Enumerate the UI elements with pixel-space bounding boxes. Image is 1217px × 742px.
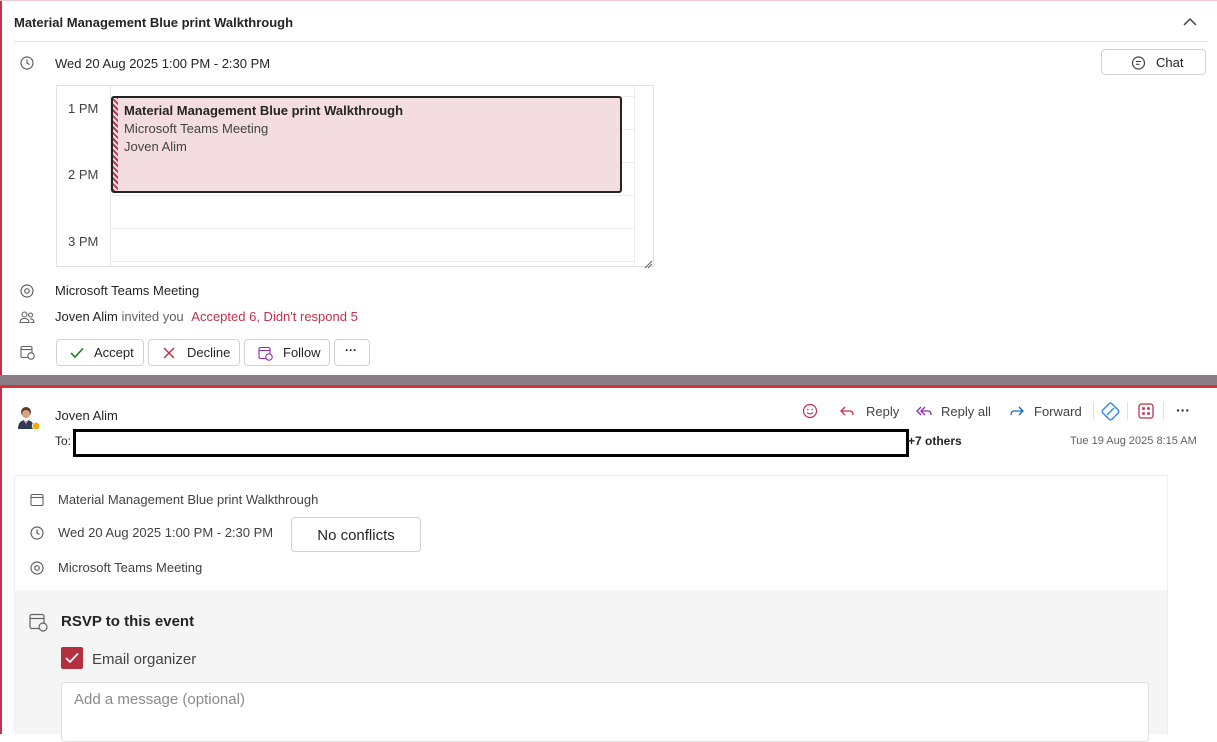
chat-button[interactable]: Chat [1101,49,1206,75]
location-pin-icon [30,561,44,575]
chevron-up-icon [1183,17,1197,26]
calendar-respond-icon [29,613,48,632]
chat-button-label: Chat [1156,55,1184,70]
toolbar-separator [1163,402,1164,420]
follow-button[interactable]: Follow [244,339,330,366]
invited-text: invited you [121,309,184,324]
x-icon [163,347,175,359]
forward-label: Forward [1034,404,1082,419]
sent-timestamp: Tue 19 Aug 2025 8:15 AM [1070,435,1197,447]
no-conflicts-label: No conflicts [317,527,395,544]
more-actions-label: ··· [1176,402,1190,418]
response-summary-link[interactable]: Accepted 6, Didn't respond 5 [191,309,358,324]
clock-icon [30,526,44,540]
checkmark-icon [65,652,79,664]
collapse-button[interactable] [1180,12,1200,32]
event-organizer: Joven Alim [124,139,187,154]
accept-button[interactable]: Accept [56,339,144,366]
organizer-name: Joven Alim [55,309,118,324]
event-subtitle: Microsoft Teams Meeting [124,121,269,136]
more-options-label: ··· [345,343,357,357]
decline-button[interactable]: Decline [148,339,240,366]
meeting-location: Microsoft Teams Meeting [55,283,200,298]
redacted-recipients [73,429,909,457]
forward-arrow-icon [1009,405,1025,418]
window-left-edge [0,0,2,734]
tentative-stripe [113,98,118,191]
reply-button[interactable]: Reply [839,402,901,422]
reply-all-label: Reply all [941,404,991,419]
toolbar-separator [1093,402,1094,420]
sender-name[interactable]: Joven Alim [55,408,118,423]
more-options-button[interactable]: ··· [334,339,370,366]
calendar-icon [30,493,44,507]
accept-button-label: Accept [94,345,134,360]
to-label: To: [55,434,72,448]
invitation-line: Joven Alim invited you Accepted 6, Didn'… [55,309,358,324]
email-organizer-label: Email organizer [92,651,197,668]
header-divider [14,41,1208,42]
calendar-hour-label: 1 PM [68,101,99,116]
no-conflicts-button[interactable]: No conflicts [291,517,421,552]
checkmark-icon [70,347,84,359]
rsvp-title: RSVP to this event [61,613,195,630]
calendar-respond-icon [20,345,35,360]
toolbar-separator [1127,402,1128,420]
calendar-hour-line [110,228,634,229]
loop-icon[interactable] [1101,402,1120,421]
details-subject: Material Management Blue print Walkthrou… [58,492,319,507]
calendar-preview: 1 PM 2 PM 3 PM Material Management Blue … [56,85,654,269]
avatar[interactable] [16,405,42,431]
others-recipients-link[interactable]: +7 others [908,434,962,448]
reply-label: Reply [866,404,900,419]
meeting-datetime: Wed 20 Aug 2025 1:00 PM - 2:30 PM [55,56,271,71]
details-location: Microsoft Teams Meeting [58,560,203,575]
reply-arrow-icon [839,405,855,418]
more-actions-button[interactable]: ··· [1172,402,1198,422]
forward-button[interactable]: Forward [1009,402,1087,422]
window-top-edge [0,0,1217,1]
follow-button-label: Follow [283,345,321,360]
calendar-half-hour-line [110,195,634,196]
location-pin-icon [20,284,34,298]
people-icon [19,310,35,324]
reply-all-arrow-icon [916,405,933,418]
resize-handle-icon[interactable] [643,256,653,269]
meeting-title: Material Management Blue print Walkthrou… [14,15,294,30]
smiley-icon[interactable] [802,403,818,419]
event-title: Material Management Blue print Walkthrou… [124,103,404,118]
calendar-half-hour-line [110,261,634,262]
apps-grid-icon[interactable] [1138,403,1154,419]
calendar-hour-label: 3 PM [68,234,99,249]
details-datetime: Wed 20 Aug 2025 1:00 PM - 2:30 PM [58,525,274,540]
reply-all-button[interactable]: Reply all [916,402,994,422]
calendar-hour-label: 2 PM [68,167,99,182]
pane-divider[interactable] [0,375,1217,385]
rsvp-message-input[interactable] [61,682,1149,742]
chat-bubble-icon [1131,56,1146,70]
calendar-event-block[interactable]: Material Management Blue print Walkthrou… [111,96,622,193]
clock-icon [20,56,34,70]
decline-button-label: Decline [187,345,231,360]
pane-divider-accent [0,385,1217,388]
email-organizer-checkbox[interactable] [61,647,83,669]
calendar-right-line [634,86,635,266]
calendar-follow-icon [258,346,273,361]
